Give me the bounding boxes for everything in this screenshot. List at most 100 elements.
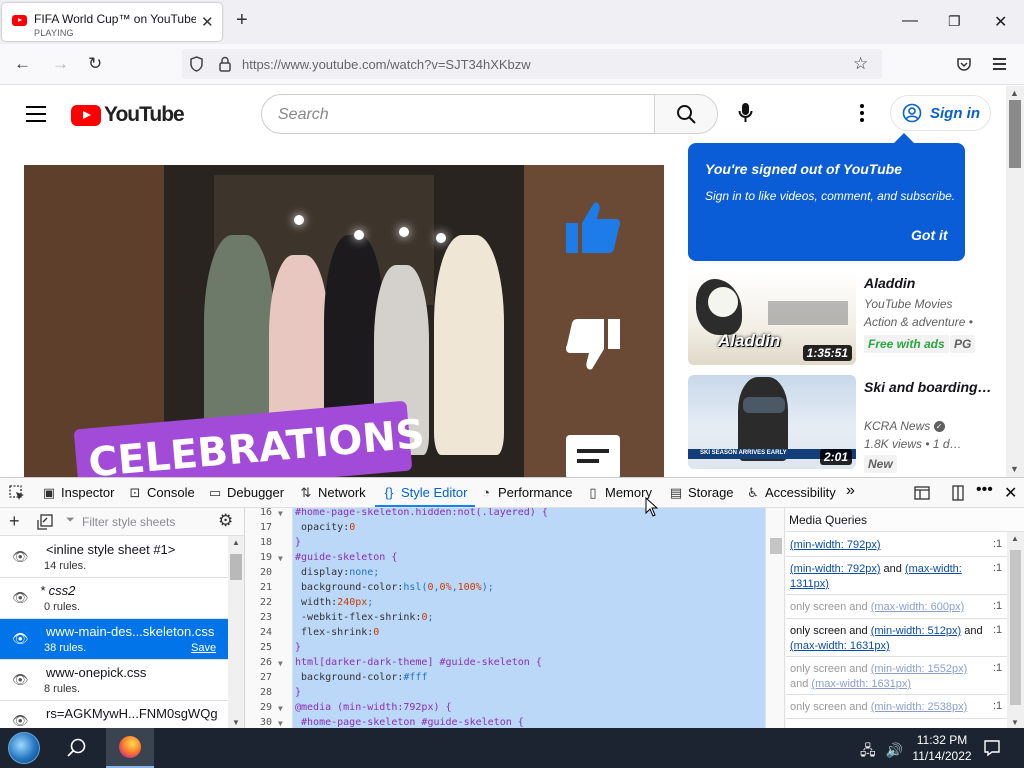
tab-accessibility[interactable]: ♿ Accessibility xyxy=(745,485,836,501)
back-icon[interactable]: ← xyxy=(14,54,31,74)
recommendation-ski[interactable]: SKI SEASON ARRIVES EARLY 2:01 Ski and bo… xyxy=(688,375,998,473)
microphone-icon[interactable] xyxy=(738,102,753,124)
stylesheet-item-selected[interactable]: 👁 www-main-des...skeleton.css 38 rules. … xyxy=(0,619,228,660)
media-query-item[interactable]: (min-width: 792px):1 xyxy=(786,533,1007,557)
fold-toggle-icon[interactable]: ▼ xyxy=(278,554,283,563)
minimize-window-icon[interactable]: — xyxy=(902,12,918,30)
channel-name[interactable]: KCRA News ✓ xyxy=(864,419,945,433)
forward-icon[interactable]: → xyxy=(52,54,69,74)
volume-icon[interactable]: 🔊 xyxy=(886,742,903,758)
element-picker-icon[interactable] xyxy=(9,485,25,501)
video-title[interactable]: Ski and boarding… xyxy=(864,377,994,397)
app-menu-icon[interactable] xyxy=(993,58,1006,70)
browser-tab-youtube[interactable]: FIFA World Cup™ on YouTube PLAYING ✕ xyxy=(2,3,222,41)
fold-toggle-icon[interactable]: ▼ xyxy=(278,704,283,713)
tab-inspector[interactable]: ▣ Inspector xyxy=(41,485,115,501)
reload-icon[interactable]: ↻ xyxy=(88,54,102,74)
comments-icon[interactable] xyxy=(565,433,621,477)
code-line[interactable]: -webkit-flex-shrink:0; xyxy=(293,610,765,625)
code-line[interactable]: #home-page-skeleton.hidden:not(.layered)… xyxy=(293,508,765,520)
stylesheet-item[interactable]: 👁 * css2 0 rules. xyxy=(0,578,228,619)
toggle-visibility-eye-icon[interactable]: 👁 xyxy=(12,590,29,606)
code-line[interactable]: #guide-skeleton { xyxy=(293,550,765,565)
taskbar-firefox-app[interactable] xyxy=(106,728,154,768)
lock-icon[interactable] xyxy=(219,56,231,72)
search-button[interactable] xyxy=(654,94,718,134)
close-devtools-icon[interactable]: ✕ xyxy=(1004,483,1017,503)
css-source-editor[interactable]: 16 ▼ 17 18 19 ▼ 20 21 22 23 24 25 26 ▼ 27 28 29 ▼ 30 ▼ #hom… xyxy=(245,508,765,729)
video-title[interactable]: Aladdin xyxy=(864,273,994,293)
start-button[interactable] xyxy=(8,732,40,764)
network-icon[interactable]: 🖧 xyxy=(860,742,876,758)
filter-stylesheets-input[interactable]: Filter style sheets xyxy=(82,515,175,529)
stylesheet-item[interactable]: 👁 www-onepick.css 8 rules. xyxy=(0,660,228,701)
more-tools-chevron-icon[interactable]: » xyxy=(846,482,855,500)
bookmark-star-icon[interactable]: ☆ xyxy=(853,54,868,74)
video-thumbnail[interactable]: SKI SEASON ARRIVES EARLY 2:01 xyxy=(688,375,856,469)
url-text[interactable]: https://www.youtube.com/watch?v=SJT34hXK… xyxy=(242,57,531,72)
media-queries-scrollbar[interactable]: ▲ ▼ xyxy=(1007,532,1024,729)
recommendation-aladdin[interactable]: Aladdin 1:35:51 Aladdin YouTube Movies A… xyxy=(688,271,998,367)
code-line[interactable]: html[darker-dark-theme] #guide-skeleton … xyxy=(293,655,765,670)
responsive-design-icon[interactable] xyxy=(914,486,930,500)
media-query-item[interactable]: only screen and (min-width: 512px) and (… xyxy=(786,619,1007,657)
fold-toggle-icon[interactable]: ▼ xyxy=(278,509,283,518)
action-center-notification-icon[interactable] xyxy=(983,739,1001,757)
tracking-protection-shield-icon[interactable] xyxy=(189,56,204,72)
guide-menu-icon[interactable] xyxy=(26,106,46,127)
tab-style-editor[interactable]: {} Style Editor xyxy=(381,485,468,500)
tab-network[interactable]: ⇅ Network xyxy=(298,485,366,501)
tab-close-icon[interactable]: ✕ xyxy=(201,13,214,31)
new-stylesheet-icon[interactable]: + xyxy=(9,511,20,532)
fold-toggle-icon[interactable]: ▼ xyxy=(278,719,283,728)
save-stylesheet-link[interactable]: Save xyxy=(191,642,216,654)
taskbar-search-icon[interactable] xyxy=(66,737,88,759)
toggle-visibility-eye-icon[interactable]: 👁 xyxy=(12,549,29,565)
devtools-options-icon[interactable]: ••• xyxy=(976,481,993,499)
stylesheet-settings-gear-icon[interactable]: ⚙ xyxy=(218,511,233,531)
video-thumbnail[interactable]: Aladdin 1:35:51 xyxy=(688,271,856,365)
code-line[interactable]: @media (min-width:792px) { xyxy=(293,700,765,715)
code-line[interactable]: } xyxy=(293,535,765,550)
stylesheet-item[interactable]: 👁 <inline style sheet #1> 14 rules. xyxy=(0,537,228,578)
sign-in-button[interactable]: Sign in xyxy=(890,95,991,131)
search-input[interactable]: Search xyxy=(261,94,655,134)
code-line[interactable]: background-color:#fff xyxy=(293,670,765,685)
code-line[interactable]: flex-shrink:0 xyxy=(293,625,765,640)
media-query-item[interactable]: only screen and (min-width: 1552px) and … xyxy=(786,657,1007,695)
toggle-visibility-eye-icon[interactable]: 👁 xyxy=(12,631,29,647)
stylesheet-item[interactable]: 👁 rs=AGKMywH...FNM0sgWQg xyxy=(0,701,228,729)
code-line[interactable]: opacity:0 xyxy=(293,520,765,535)
like-thumbs-up-icon[interactable] xyxy=(564,199,622,257)
settings-more-icon[interactable] xyxy=(860,104,864,125)
media-query-item[interactable]: only screen and (max-width: 600px):1 xyxy=(786,595,1007,619)
tab-memory[interactable]: ▯ Memory xyxy=(585,485,652,501)
code-line[interactable]: #home-page-skeleton #guide-skeleton { xyxy=(293,715,765,729)
new-tab-button[interactable]: + xyxy=(236,10,248,30)
toggle-visibility-eye-icon[interactable]: 👁 xyxy=(12,713,29,729)
editor-scrollbar[interactable] xyxy=(765,508,785,729)
toggle-visibility-eye-icon[interactable]: 👁 xyxy=(12,672,29,688)
video-player[interactable]: CELEBRATIONS xyxy=(24,165,664,477)
code-line[interactable]: } xyxy=(293,685,765,700)
media-query-item[interactable]: (min-width: 792px) and (max-width: 1311p… xyxy=(786,557,1007,595)
dislike-thumbs-down-icon[interactable] xyxy=(564,315,622,373)
stylesheets-scrollbar[interactable]: ▲ ▼ xyxy=(228,536,244,729)
tab-console[interactable]: ⊡ Console xyxy=(127,485,195,501)
media-query-item[interactable]: only screen and (min-width: 2538px):1 xyxy=(786,695,1007,719)
code-line[interactable]: } xyxy=(293,640,765,655)
code-line[interactable]: background-color:hsl(0,0%,100%); xyxy=(293,580,765,595)
tab-performance[interactable]: ◔ Performance xyxy=(478,485,572,500)
tab-debugger[interactable]: ▭ Debugger xyxy=(207,485,284,501)
code-line[interactable]: width:240px; xyxy=(293,595,765,610)
fold-toggle-icon[interactable]: ▼ xyxy=(278,659,283,668)
pocket-icon[interactable] xyxy=(956,57,972,72)
dock-side-icon[interactable] xyxy=(950,485,966,501)
address-bar[interactable]: https://www.youtube.com/watch?v=SJT34hXK… xyxy=(182,49,882,79)
page-scrollbar[interactable]: ▲ ▼ xyxy=(1006,86,1024,477)
close-window-icon[interactable]: ✕ xyxy=(994,12,1007,32)
channel-name[interactable]: YouTube Movies xyxy=(864,297,953,311)
tab-storage[interactable]: ▤ Storage xyxy=(668,485,734,501)
got-it-button[interactable]: Got it xyxy=(911,227,948,243)
code-line[interactable]: display:none; xyxy=(293,565,765,580)
